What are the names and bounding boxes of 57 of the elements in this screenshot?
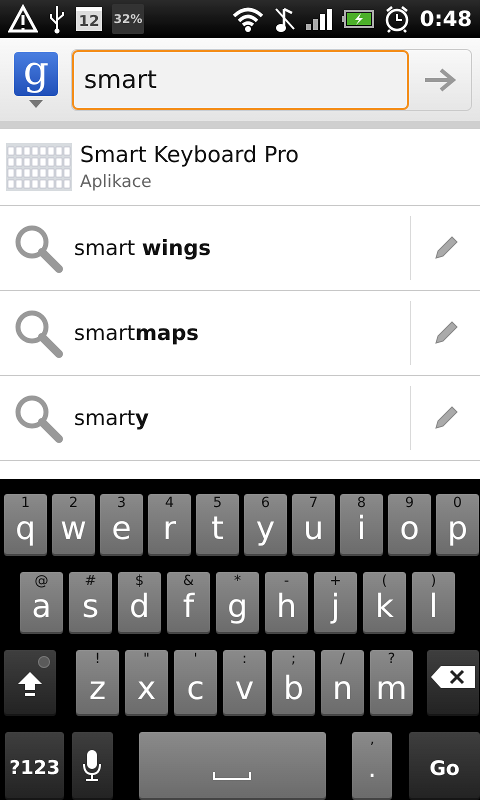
letter-key[interactable]: & f	[167, 572, 210, 634]
keyboard-thumbnail-icon	[6, 143, 72, 192]
shift-arrow-icon	[16, 670, 44, 698]
go-key[interactable]: Go	[409, 732, 480, 800]
letter-key[interactable]: * g	[216, 572, 259, 634]
voice-input-key[interactable]	[72, 732, 112, 800]
space-bar-icon	[213, 772, 252, 780]
letter-key[interactable]: " x	[125, 650, 168, 716]
alarm-clock-icon	[384, 4, 410, 33]
letter-key[interactable]: ( k	[363, 572, 406, 634]
letter-key[interactable]: 9 o	[388, 494, 431, 556]
letter-key[interactable]: - h	[265, 572, 308, 634]
letter-key[interactable]: ! z	[76, 650, 119, 716]
wifi-icon	[232, 6, 264, 32]
letter-key[interactable]: 3 e	[100, 494, 143, 556]
letter-key[interactable]: : v	[223, 650, 266, 716]
letter-key[interactable]: 4 r	[148, 494, 191, 556]
suggestion-text[interactable]: smarty	[64, 406, 410, 430]
suggestion-text[interactable]: smartmaps	[64, 321, 410, 346]
suggestion-text[interactable]: smart wings	[64, 236, 410, 260]
letter-key[interactable]: 1 q	[4, 494, 47, 556]
letter-key[interactable]: / n	[321, 650, 364, 716]
calendar-date: 12	[76, 6, 102, 31]
backspace-icon	[431, 666, 475, 688]
period-key[interactable]: ’ .	[352, 732, 392, 800]
space-key[interactable]	[138, 732, 326, 800]
letter-key[interactable]: # s	[69, 572, 112, 634]
backspace-key[interactable]	[427, 650, 479, 716]
shift-key[interactable]	[4, 650, 56, 716]
letter-key[interactable]: @ a	[20, 572, 63, 634]
app-suggestion[interactable]: Smart Keyboard Pro Aplikace	[0, 129, 480, 206]
search-field[interactable]: smart	[72, 50, 409, 110]
letter-key[interactable]: 0 p	[436, 494, 479, 556]
signal-icon	[306, 8, 332, 30]
letter-key[interactable]: + j	[314, 572, 357, 634]
search-engine-logo[interactable]: g	[14, 52, 58, 96]
warning-icon	[8, 4, 38, 34]
symbols-key[interactable]: ?123	[5, 732, 64, 800]
letter-key[interactable]: $ d	[118, 572, 161, 634]
suggestion-title: Smart Keyboard Pro	[80, 142, 299, 168]
right-arrow-icon	[423, 66, 457, 92]
microphone-icon	[82, 750, 102, 782]
suggestion-subtitle: Aplikace	[80, 172, 153, 192]
letter-key[interactable]: ? m	[370, 650, 413, 716]
letter-key[interactable]: 7 u	[292, 494, 335, 556]
letter-key[interactable]: ) l	[412, 572, 455, 634]
usb-icon	[48, 4, 66, 34]
letter-key[interactable]: 5 t	[196, 494, 239, 556]
clock-time: 0:48	[420, 6, 472, 31]
letter-key[interactable]: 8 i	[340, 494, 383, 556]
letter-key[interactable]: ' c	[174, 650, 217, 716]
letter-key[interactable]: ; b	[272, 650, 315, 716]
dropdown-caret-icon[interactable]	[29, 100, 43, 108]
letter-key[interactable]: 2 w	[52, 494, 95, 556]
charging-battery-icon	[342, 10, 374, 28]
letter-key[interactable]: 6 y	[244, 494, 287, 556]
battery-percentage: 32%	[112, 4, 144, 34]
